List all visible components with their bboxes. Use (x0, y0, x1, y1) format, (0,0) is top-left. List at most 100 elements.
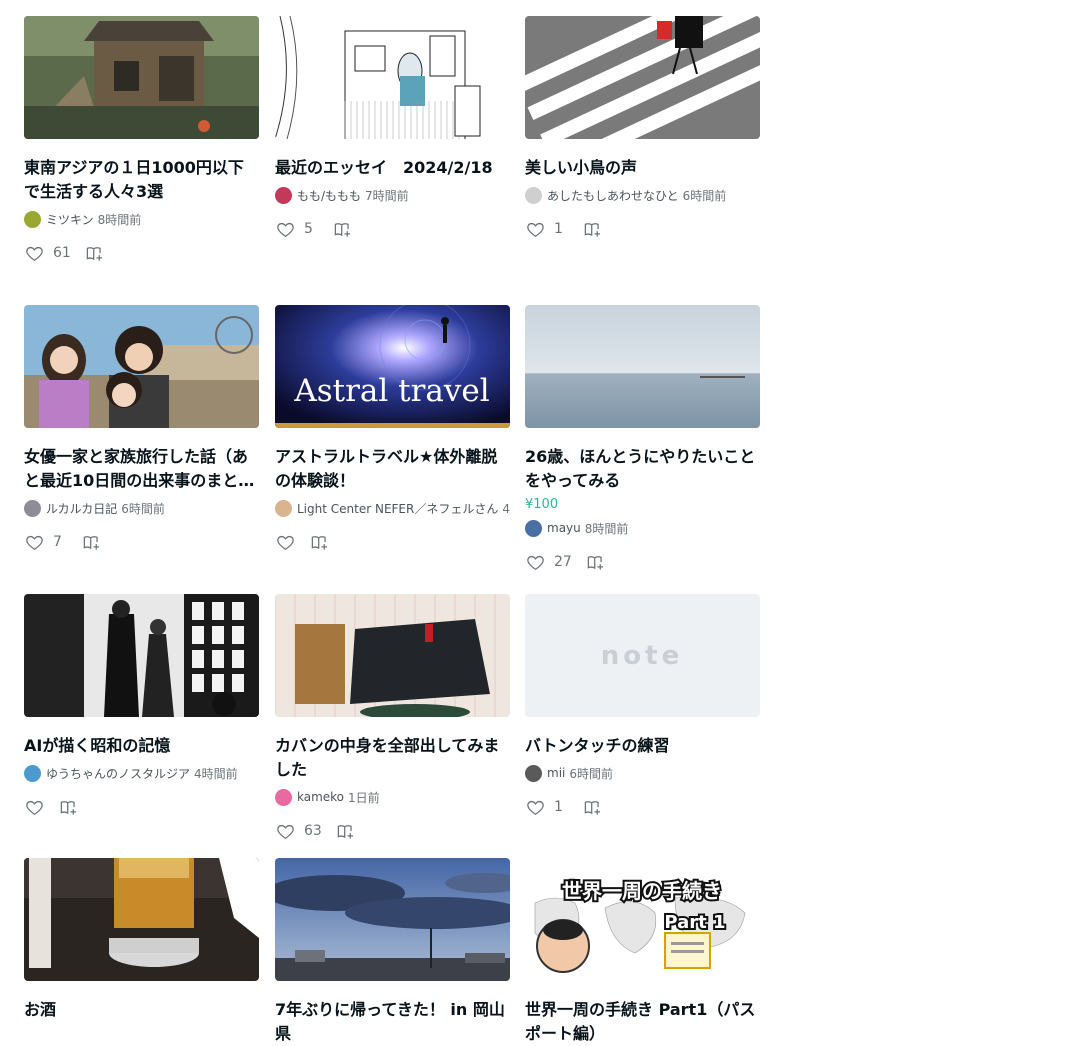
card-meta: あしたもしあわせなひと 6時間前 (525, 186, 760, 204)
author-avatar[interactable] (275, 186, 292, 204)
heart-icon[interactable] (275, 821, 295, 841)
post-time: 6時間前 (121, 501, 165, 516)
note-card[interactable]: 世界一周の手続き Part 1 世界一周の手続き Part1（パスポート編） (525, 858, 760, 1046)
author-avatar[interactable] (275, 499, 292, 517)
note-card[interactable]: カバンの中身を全部出してみました kameko 1日前 63 (275, 594, 510, 842)
card-actions: 5 (275, 218, 510, 240)
author-name[interactable]: mii (547, 766, 565, 780)
magazine-add-icon[interactable] (58, 797, 78, 817)
card-title[interactable]: 女優一家と家族旅行した話（あと最近10日間の出来事のまとめ） (24, 445, 259, 493)
card-thumbnail[interactable]: Astral travel (275, 305, 510, 428)
heart-icon[interactable] (24, 532, 44, 552)
author-avatar[interactable] (24, 499, 41, 517)
note-card[interactable]: 7年ぶりに帰ってきた！ in 岡山県 (275, 858, 510, 1046)
magazine-add-icon[interactable] (582, 797, 602, 817)
card-title[interactable]: 東南アジアの１日1000円以下で生活する人々3選 (24, 156, 259, 204)
magazine-add-icon[interactable] (332, 219, 352, 239)
card-meta: kameko 1日前 (275, 788, 510, 806)
card-thumbnail[interactable] (24, 594, 259, 717)
heart-icon[interactable] (525, 552, 545, 572)
note-card[interactable]: 26歳、ほんとうにやりたいことをやってみる ¥100 mayu 8時間前 27 (525, 305, 760, 573)
author-name[interactable]: ゆうちゃんのノスタルジア (46, 765, 190, 782)
heart-icon[interactable] (525, 219, 545, 239)
author-avatar[interactable] (24, 764, 41, 782)
heart-icon[interactable] (275, 532, 295, 552)
author-name[interactable]: ルカルカ日記 (46, 500, 117, 517)
magazine-add-icon[interactable] (336, 821, 356, 841)
magazine-add-icon[interactable] (81, 532, 101, 552)
heart-icon[interactable] (275, 219, 295, 239)
author-name[interactable]: もも/ももも (297, 187, 361, 204)
note-card[interactable]: 東南アジアの１日1000円以下で生活する人々3選 ミツキン 8時間前 61 (24, 16, 259, 264)
magazine-add-icon[interactable] (582, 219, 602, 239)
author-avatar[interactable] (525, 186, 542, 204)
card-thumbnail[interactable]: note (525, 594, 760, 717)
card-meta: ゆうちゃんのノスタルジア 4時間前 (24, 764, 259, 782)
author-avatar[interactable] (525, 519, 542, 537)
post-time: 8時間前 (584, 521, 629, 536)
like-count: 61 (53, 245, 71, 261)
like-count: 1 (554, 799, 563, 815)
card-title[interactable]: カバンの中身を全部出してみました (275, 734, 510, 782)
magazine-add-icon[interactable] (309, 532, 329, 552)
card-actions: 61 (24, 242, 259, 264)
post-time: 6時間前 (682, 188, 727, 203)
card-thumbnail[interactable] (525, 305, 760, 428)
post-time: 4時間前 (502, 501, 510, 516)
card-actions: 63 (275, 820, 510, 842)
card-thumbnail[interactable] (275, 594, 510, 717)
heart-icon[interactable] (24, 797, 44, 817)
heart-icon[interactable] (24, 243, 44, 263)
note-card[interactable]: お酒 (24, 858, 259, 1022)
card-meta: もも/ももも 7時間前 (275, 186, 510, 204)
note-card[interactable]: AIが描く昭和の記憶 ゆうちゃんのノスタルジア 4時間前 (24, 594, 259, 818)
note-card[interactable]: 美しい小鳥の声 あしたもしあわせなひと 6時間前 1 (525, 16, 760, 240)
author-name[interactable]: Light Center NEFER／ネフェルさん (297, 500, 498, 517)
card-title[interactable]: お酒 (24, 998, 259, 1022)
card-actions: 27 (525, 551, 760, 573)
card-title[interactable]: バトンタッチの練習 (525, 734, 760, 758)
note-card[interactable]: 最近のエッセイ 2024/2/18 もも/ももも 7時間前 5 (275, 16, 510, 240)
card-meta: ルカルカ日記 6時間前 (24, 499, 259, 517)
magazine-add-icon[interactable] (85, 243, 105, 263)
author-avatar[interactable] (525, 764, 542, 782)
card-thumbnail[interactable] (275, 16, 510, 139)
note-card[interactable]: Astral travel アストラルトラベル★体外離脱の体験談！ Light C… (275, 305, 510, 553)
author-name[interactable]: mayu (547, 521, 581, 535)
card-title[interactable]: 最近のエッセイ 2024/2/18 (275, 156, 510, 180)
card-title[interactable]: 世界一周の手続き Part1（パスポート編） (525, 998, 760, 1046)
note-card[interactable]: note バトンタッチの練習 mii 6時間前 1 (525, 594, 760, 818)
world-thumb-title: 世界一周の手続き (562, 879, 722, 903)
card-price: ¥100 (525, 497, 559, 512)
note-logo-text: note (601, 641, 683, 671)
heart-icon[interactable] (525, 797, 545, 817)
card-actions (24, 796, 259, 818)
post-time: 4時間前 (194, 766, 238, 781)
card-title[interactable]: 26歳、ほんとうにやりたいことをやってみる (525, 445, 760, 493)
card-thumbnail[interactable]: 世界一周の手続き Part 1 (525, 858, 760, 981)
post-time: 7時間前 (365, 188, 409, 203)
card-title[interactable]: 美しい小鳥の声 (525, 156, 760, 180)
card-meta: Light Center NEFER／ネフェルさん 4時間前 (275, 499, 510, 517)
author-avatar[interactable] (275, 788, 292, 806)
card-thumbnail[interactable] (24, 305, 259, 428)
card-thumbnail[interactable] (24, 16, 259, 139)
card-meta: ミツキン 8時間前 (24, 210, 259, 228)
magazine-add-icon[interactable] (586, 552, 606, 572)
author-name[interactable]: あしたもしあわせなひと (547, 187, 679, 204)
card-title[interactable]: AIが描く昭和の記憶 (24, 734, 259, 758)
card-title[interactable]: 7年ぶりに帰ってきた！ in 岡山県 (275, 998, 510, 1046)
card-thumbnail[interactable] (525, 16, 760, 139)
card-title[interactable]: アストラルトラベル★体外離脱の体験談！ (275, 445, 510, 493)
post-time: 8時間前 (97, 212, 142, 227)
astral-thumb-text: Astral travel (293, 373, 489, 409)
author-name[interactable]: kameko (297, 790, 344, 804)
author-avatar[interactable] (24, 210, 41, 228)
card-actions: 1 (525, 218, 760, 240)
like-count: 7 (53, 534, 62, 550)
card-thumbnail[interactable] (275, 858, 510, 981)
card-thumbnail[interactable] (24, 858, 259, 981)
card-meta: mii 6時間前 (525, 764, 760, 782)
note-card[interactable]: 女優一家と家族旅行した話（あと最近10日間の出来事のまとめ） ルカルカ日記 6時… (24, 305, 259, 553)
author-name[interactable]: ミツキン (46, 211, 94, 228)
